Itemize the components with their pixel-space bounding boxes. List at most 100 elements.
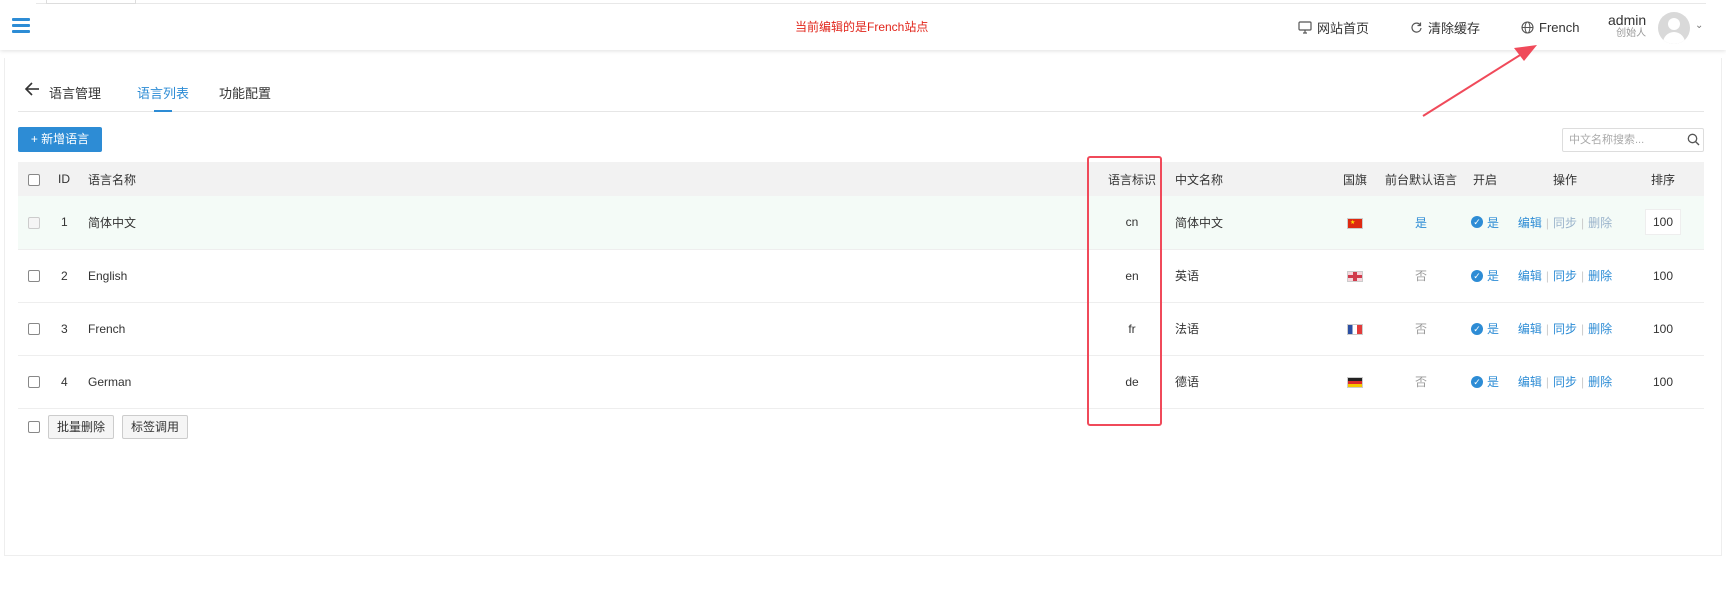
edit-link[interactable]: 编辑 [1518, 375, 1542, 389]
top-divider [36, 3, 1706, 4]
back-arrow-icon[interactable] [24, 82, 40, 99]
site-home-label: 网站首页 [1317, 20, 1370, 36]
row-checkbox [28, 217, 40, 230]
sort-input[interactable] [1645, 209, 1681, 236]
column-header-id: ID [50, 162, 88, 196]
sort-value[interactable]: 100 [1653, 322, 1673, 336]
sync-link: 同步 [1552, 215, 1577, 230]
column-header-cn-name: 中文名称 [1167, 162, 1330, 196]
user-role: 创始人 [1616, 28, 1647, 39]
search-input[interactable] [1569, 132, 1679, 148]
row-checkbox[interactable] [28, 376, 40, 389]
column-header-code: 语言标识 [1097, 162, 1167, 196]
row-default[interactable]: 否 [1415, 375, 1427, 389]
monitor-icon [1298, 20, 1312, 34]
top-input-stub [46, 0, 136, 4]
table-header-row: ID 语言名称 语言标识 中文名称 国旗 前台默认语言 开启 操作 排序 [18, 162, 1704, 196]
column-header-default: 前台默认语言 [1380, 162, 1462, 196]
row-enabled[interactable]: ✓ 是 [1470, 373, 1499, 390]
row-cn-name: 英语 [1167, 249, 1330, 303]
user-info[interactable]: admin 创始人 [1608, 12, 1646, 40]
sort-value[interactable]: 100 [1653, 269, 1673, 283]
delete-link[interactable]: 删除 [1588, 375, 1612, 389]
clear-cache-label: 清除缓存 [1428, 20, 1481, 36]
row-enabled[interactable]: ✓ 是 [1470, 267, 1499, 284]
language-switch-label: French [1539, 19, 1580, 35]
search-icon[interactable] [1687, 133, 1700, 149]
language-switch-link[interactable]: French [1521, 18, 1579, 36]
row-cn-name: 简体中文 [1167, 196, 1330, 250]
row-language-name: English [88, 249, 1097, 303]
select-all-checkbox[interactable] [28, 173, 40, 186]
row-checkbox[interactable] [28, 323, 40, 336]
row-language-code: cn [1097, 196, 1167, 250]
check-circle-icon: ✓ [1470, 269, 1483, 282]
row-language-code: de [1097, 355, 1167, 409]
globe-icon [1521, 20, 1534, 34]
refresh-icon [1410, 21, 1423, 34]
check-circle-icon: ✓ [1470, 216, 1483, 229]
tag-call-button[interactable]: 标签调用 [122, 415, 189, 439]
table-row: 2 English en 英语 否 ✓ 是 编辑 | 同步 | 删除 100 [18, 249, 1704, 303]
menu-toggle-icon[interactable] [12, 18, 30, 34]
check-circle-icon: ✓ [1470, 375, 1483, 388]
edit-link[interactable]: 编辑 [1518, 269, 1542, 283]
chevron-down-icon[interactable]: ⌄ [1695, 20, 1703, 31]
row-id: 1 [50, 196, 88, 250]
tab-bar: 语言管理 语言列表 功能配置 [18, 72, 1704, 112]
row-id: 2 [50, 249, 88, 303]
row-language-code: en [1097, 249, 1167, 303]
sync-link[interactable]: 同步 [1553, 269, 1577, 283]
user-name: admin [1608, 12, 1647, 28]
uk-flag-icon [1347, 270, 1363, 282]
row-cn-name: 德语 [1167, 355, 1330, 409]
bulk-select-checkbox[interactable] [28, 421, 40, 433]
edit-link[interactable]: 编辑 [1518, 322, 1542, 336]
tab-function-config[interactable]: 功能配置 [219, 83, 271, 102]
row-id: 3 [50, 302, 88, 356]
germany-flag-icon [1347, 376, 1363, 388]
table-row: 3 French fr 法语 否 ✓ 是 编辑 | 同步 | 删除 100 [18, 302, 1704, 356]
sync-link[interactable]: 同步 [1553, 375, 1577, 389]
row-enabled[interactable]: ✓ 是 [1470, 320, 1499, 337]
row-default[interactable]: 否 [1415, 269, 1427, 283]
page-title: 语言管理 [49, 86, 102, 101]
column-header-flag: 国旗 [1330, 162, 1380, 196]
row-checkbox[interactable] [28, 270, 40, 283]
language-table: ID 语言名称 语言标识 中文名称 国旗 前台默认语言 开启 操作 排序 1 简… [18, 162, 1704, 409]
add-language-button[interactable]: + 新增语言 [18, 127, 102, 152]
china-flag-icon: ★ [1347, 217, 1363, 229]
delete-link[interactable]: 删除 [1588, 322, 1612, 336]
search-box [1562, 128, 1704, 152]
france-flag-icon [1347, 323, 1363, 335]
column-header-actions: 操作 [1508, 162, 1622, 196]
row-language-code: fr [1097, 302, 1167, 356]
bulk-delete-button[interactable]: 批量删除 [48, 415, 115, 439]
table-row: 4 German de 德语 否 ✓ 是 编辑 | 同步 | 删除 100 [18, 355, 1704, 409]
delete-link: 删除 [1588, 215, 1613, 230]
edit-link[interactable]: 编辑 [1518, 216, 1542, 230]
row-language-name: 简体中文 [88, 196, 1097, 250]
sort-value[interactable]: 100 [1653, 375, 1673, 389]
column-header-enabled: 开启 [1462, 162, 1508, 196]
row-enabled[interactable]: ✓ 是 [1470, 214, 1499, 231]
delete-link[interactable]: 删除 [1588, 269, 1612, 283]
top-bar: 当前编辑的是French站点 网站首页 清除缓存 French admin 创始… [0, 0, 1726, 50]
column-header-name: 语言名称 [88, 162, 1097, 196]
row-id: 4 [50, 355, 88, 409]
row-default[interactable]: 否 [1415, 322, 1427, 336]
row-cn-name: 法语 [1167, 302, 1330, 356]
sync-link[interactable]: 同步 [1553, 322, 1577, 336]
clear-cache-link[interactable]: 清除缓存 [1410, 18, 1480, 36]
table-row: 1 简体中文 cn 简体中文 ★ 是 ✓ 是 编辑 | 同步 | 删除 [18, 196, 1704, 250]
row-default[interactable]: 是 [1415, 216, 1427, 230]
tab-language-list[interactable]: 语言列表 [137, 83, 189, 112]
column-header-sort: 排序 [1622, 162, 1704, 196]
avatar[interactable] [1658, 12, 1690, 44]
row-language-name: German [88, 355, 1097, 409]
check-circle-icon: ✓ [1470, 322, 1483, 335]
row-language-name: French [88, 302, 1097, 356]
bulk-actions: 批量删除 标签调用 [28, 415, 189, 439]
site-notice: 当前编辑的是French站点 [795, 20, 929, 34]
site-home-link[interactable]: 网站首页 [1298, 18, 1369, 36]
